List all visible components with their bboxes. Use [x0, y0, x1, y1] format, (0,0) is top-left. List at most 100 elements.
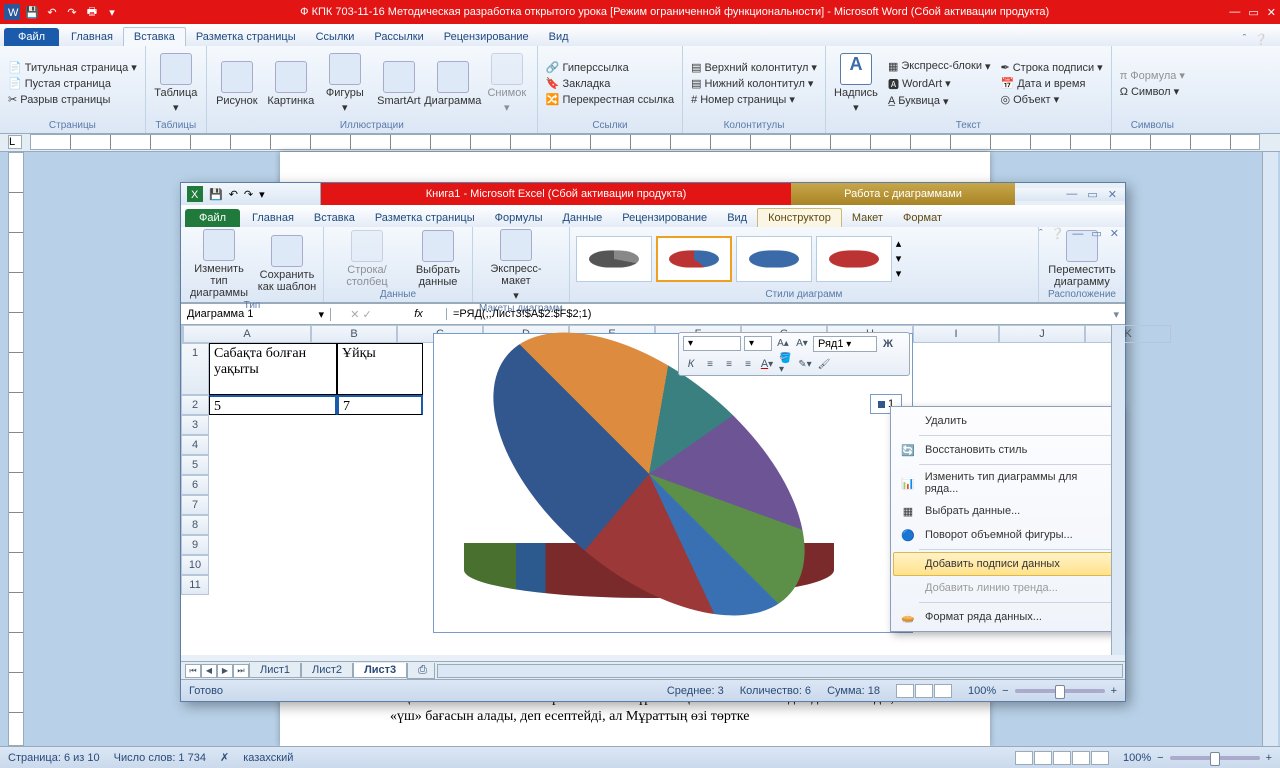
cell-a1[interactable]: Сабақта болған уақыты: [209, 343, 337, 395]
excel-file-tab[interactable]: Файл: [185, 209, 240, 227]
tab-home[interactable]: Главная: [61, 28, 123, 46]
formula-input[interactable]: =РЯД(;;Лист3!$A$2:$F$2;1): [447, 308, 1107, 320]
mini-grow-font-icon[interactable]: A▴: [775, 336, 791, 352]
tab-layout[interactable]: Разметка страницы: [186, 28, 306, 46]
header-button[interactable]: ▤ Верхний колонтитул ▾: [689, 60, 819, 75]
chart-tab-design[interactable]: Конструктор: [757, 208, 842, 227]
row-header-6[interactable]: 6: [181, 475, 209, 495]
mini-series-select[interactable]: Ряд1 ▾: [813, 336, 877, 352]
row-header-5[interactable]: 5: [181, 455, 209, 475]
chart-button[interactable]: Диаграмма: [429, 61, 477, 107]
excel-tab-insert[interactable]: Вставка: [304, 209, 365, 227]
quick-layouts-button[interactable]: Экспресс-макет▾: [479, 229, 553, 302]
blank-page-button[interactable]: 📄 Пустая страница: [6, 76, 139, 91]
switch-rowcol-button[interactable]: Строка/столбец: [330, 230, 404, 288]
sheet-tab-1[interactable]: Лист1: [249, 663, 301, 678]
formula-expand-icon[interactable]: ▾: [1107, 308, 1125, 321]
excel-redo-icon[interactable]: ↷: [244, 188, 253, 201]
select-data-button[interactable]: Выбрать данные: [410, 230, 466, 288]
excel-zoom-slider[interactable]: [1015, 689, 1105, 693]
excel-help-icon[interactable]: ❔: [1051, 227, 1065, 240]
tab-mailings[interactable]: Рассылки: [364, 28, 433, 46]
crossref-button[interactable]: 🔀 Перекрестная ссылка: [544, 92, 676, 107]
cm-restore-style[interactable]: 🔄Восстановить стиль: [893, 438, 1117, 462]
page-break-button[interactable]: ✂ Разрыв страницы: [6, 92, 139, 107]
excel-qat-more-icon[interactable]: ▾: [259, 188, 265, 201]
excel-close-icon[interactable]: ✕: [1108, 188, 1117, 201]
row-header-7[interactable]: 7: [181, 495, 209, 515]
excel-maximize-icon[interactable]: ▭: [1087, 188, 1097, 201]
excel-zoom-label[interactable]: 100%: [968, 685, 996, 697]
excel-minimize-icon[interactable]: —: [1066, 188, 1077, 200]
qat-more-icon[interactable]: ▾: [104, 4, 120, 20]
word-scrollbar-v[interactable]: [1262, 152, 1278, 746]
hyperlink-button[interactable]: 🔗 Гиперссылка: [544, 60, 676, 75]
equation-button[interactable]: π Формула ▾: [1118, 68, 1187, 83]
col-header-i[interactable]: I: [913, 325, 999, 343]
file-tab[interactable]: Файл: [4, 28, 59, 46]
mini-bold-icon[interactable]: Ж: [880, 336, 896, 352]
zoom-out-icon[interactable]: −: [1157, 752, 1163, 764]
table-button[interactable]: Таблица▾: [152, 53, 200, 114]
mini-fill-color-icon[interactable]: 🪣▾: [778, 356, 794, 372]
mini-outline-icon[interactable]: ✎▾: [797, 356, 813, 372]
symbol-button[interactable]: Ω Символ ▾: [1118, 84, 1187, 99]
row-header-11[interactable]: 11: [181, 575, 209, 595]
chart-style-1[interactable]: [576, 236, 652, 282]
cell-b2[interactable]: 7: [337, 395, 423, 415]
status-page[interactable]: Страница: 6 из 10: [8, 752, 100, 764]
save-icon[interactable]: 💾: [24, 4, 40, 20]
new-sheet-icon[interactable]: ⎙: [407, 663, 435, 679]
cell-b1[interactable]: Ұйқы: [337, 343, 423, 395]
tab-insert[interactable]: Вставка: [123, 27, 186, 46]
mini-align-left-icon[interactable]: ≡: [702, 356, 718, 372]
cell-a2[interactable]: 5: [209, 395, 337, 415]
excel-tab-home[interactable]: Главная: [242, 209, 304, 227]
change-chart-type-button[interactable]: Изменить тип диаграммы: [187, 229, 251, 299]
word-horizontal-ruler[interactable]: L: [0, 134, 1280, 152]
mini-italic-icon[interactable]: К: [683, 356, 699, 372]
zoom-in-icon[interactable]: +: [1266, 752, 1272, 764]
excel-view-buttons[interactable]: [896, 684, 952, 698]
chart-tab-format[interactable]: Формат: [893, 209, 952, 227]
textbox-button[interactable]: AНадпись▾: [832, 53, 880, 114]
footer-button[interactable]: ▤ Нижний колонтитул ▾: [689, 76, 819, 91]
undo-icon[interactable]: ↶: [44, 4, 60, 20]
pagenum-button[interactable]: # Номер страницы ▾: [689, 92, 819, 107]
excel-tab-formulas[interactable]: Формулы: [485, 209, 553, 227]
help-icon[interactable]: ❔: [1254, 33, 1268, 46]
cover-page-button[interactable]: 📄 Титульная страница ▾: [6, 60, 139, 75]
sheet-nav-prev-icon[interactable]: ◀: [201, 664, 217, 678]
row-header-9[interactable]: 9: [181, 535, 209, 555]
excel-grid[interactable]: A B C D E F G H I J K 1 2 3 4 5 6 7 8 9 …: [181, 325, 1125, 655]
row-header-2[interactable]: 2: [181, 395, 209, 415]
embedded-pie-chart[interactable]: 1 ▾ ▾ A▴ A▾ Ряд1 ▾ Ж К ≡ ≡ ≡ A▾ 🪣▾ ✎▾ 🖌 …: [433, 333, 913, 633]
save-template-button[interactable]: Сохранить как шаблон: [257, 235, 317, 293]
col-header-j[interactable]: J: [999, 325, 1085, 343]
pie-3d-plot[interactable]: [464, 374, 834, 604]
sheet-nav-next-icon[interactable]: ▶: [217, 664, 233, 678]
mini-size-select[interactable]: ▾: [744, 336, 772, 351]
ribbon-collapse-icon[interactable]: ˆ: [1243, 33, 1247, 46]
sheet-tab-3[interactable]: Лист3: [353, 663, 407, 678]
maximize-icon[interactable]: ▭: [1248, 6, 1258, 19]
excel-inner-min-icon[interactable]: —: [1072, 228, 1083, 240]
cm-format-series[interactable]: 🥧Формат ряда данных...: [893, 605, 1117, 629]
object-button[interactable]: ◎ Объект ▾: [999, 92, 1105, 107]
mini-format-painter-icon[interactable]: 🖌: [816, 356, 832, 372]
tab-review[interactable]: Рецензирование: [434, 28, 539, 46]
excel-inner-close-icon[interactable]: ✕: [1110, 227, 1119, 240]
name-box[interactable]: Диаграмма 1▾: [181, 308, 331, 321]
row-header-1[interactable]: 1: [181, 343, 209, 395]
row-header-8[interactable]: 8: [181, 515, 209, 535]
mini-font-select[interactable]: ▾: [683, 336, 741, 351]
picture-button[interactable]: Рисунок: [213, 61, 261, 107]
chart-tab-layout[interactable]: Макет: [842, 209, 893, 227]
row-header-10[interactable]: 10: [181, 555, 209, 575]
chart-style-3[interactable]: [736, 236, 812, 282]
word-zoom-label[interactable]: 100%: [1123, 752, 1151, 764]
row-header-3[interactable]: 3: [181, 415, 209, 435]
mini-align-center-icon[interactable]: ≡: [721, 356, 737, 372]
tab-view[interactable]: Вид: [539, 28, 579, 46]
word-vertical-ruler[interactable]: [8, 152, 24, 746]
